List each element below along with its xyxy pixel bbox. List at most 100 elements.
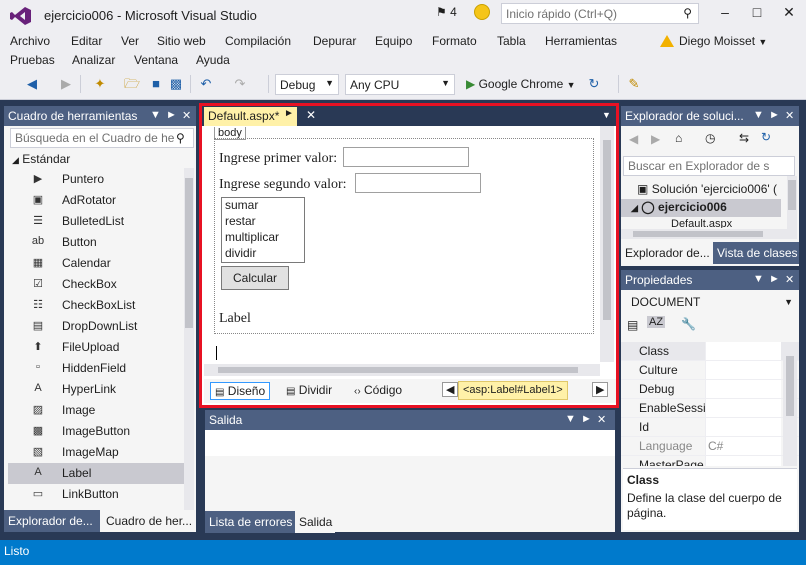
breadcrumb-back-icon[interactable]: ◀ <box>442 382 459 397</box>
close-icon[interactable]: ✕ <box>785 109 794 122</box>
property-value[interactable] <box>705 399 781 417</box>
toolbox-item-dropdownlist[interactable]: ▤ DropDownList <box>8 316 186 337</box>
alphabetical-icon[interactable]: AZ <box>647 316 666 328</box>
dropdown-icon[interactable]: ▼ <box>753 109 764 121</box>
toolbox-group-standard[interactable]: ◢ Estándar <box>12 152 70 166</box>
tree-project[interactable]: ◢ ◯ ejercicio006 <box>621 199 781 217</box>
menu-formato[interactable]: Formato <box>432 34 477 48</box>
toolbox-item-label[interactable]: A Label <box>8 463 186 484</box>
solution-horizontal-scrollbar[interactable] <box>621 229 797 239</box>
minimize-button[interactable]: – <box>714 4 736 20</box>
tab-toolbox[interactable]: Cuadro de her... <box>102 510 196 532</box>
menu-tabla[interactable]: Tabla <box>497 34 526 48</box>
back-icon[interactable]: ◀ <box>24 76 40 92</box>
output-content[interactable] <box>205 456 615 512</box>
property-row[interactable]: MasterPage <box>621 456 799 466</box>
toolbox-item-checkbox[interactable]: ☑ CheckBox <box>8 274 186 295</box>
property-row[interactable]: EnableSessio <box>621 399 799 418</box>
refresh-icon[interactable]: ↻ <box>586 76 602 92</box>
toolbox-search-input[interactable]: Búsqueda en el Cuadro de he <box>10 128 194 148</box>
second-value-textbox[interactable] <box>355 173 481 193</box>
toolbox-item-hiddenfield[interactable]: ▫ HiddenField <box>8 358 186 379</box>
undo-icon[interactable]: ↶ <box>198 76 214 92</box>
list-item[interactable]: sumar <box>222 198 304 214</box>
tab-solution-explorer-left[interactable]: Explorador de... <box>4 510 100 532</box>
save-all-icon[interactable]: ▩ <box>168 76 184 92</box>
property-row[interactable]: Debug <box>621 380 799 399</box>
history-icon[interactable]: ◷ <box>705 131 715 145</box>
close-icon[interactable]: ✕ <box>182 109 191 122</box>
sync-icon[interactable]: ⇆ <box>739 131 749 145</box>
user-account[interactable]: Diego Moisset ▼ <box>660 34 767 48</box>
dropdown-icon[interactable]: ▼ <box>753 273 764 285</box>
list-item[interactable]: dividir <box>222 246 304 262</box>
design-surface[interactable]: body Ingrese primer valor: Ingrese segun… <box>204 126 616 366</box>
toolbox-item-hyperlink[interactable]: A HyperLink <box>8 379 186 400</box>
home-icon[interactable]: ⌂ <box>675 131 682 145</box>
dropdown-icon[interactable]: ▼ <box>150 109 161 121</box>
tree-file[interactable]: Default.aspx <box>671 218 732 228</box>
pin-icon[interactable]: ► <box>769 273 780 285</box>
property-row[interactable]: Culture <box>621 361 799 380</box>
menu-ver[interactable]: Ver <box>121 34 139 48</box>
menu-ventana[interactable]: Ventana <box>134 53 178 67</box>
categorized-icon[interactable]: ▤ <box>627 318 638 332</box>
close-button[interactable]: ✕ <box>778 4 800 21</box>
tab-output[interactable]: Salida <box>295 511 335 533</box>
save-icon[interactable]: ■ <box>148 76 164 92</box>
menu-herramientas[interactable]: Herramientas <box>545 34 617 48</box>
property-value[interactable]: C# <box>705 437 781 455</box>
property-value[interactable] <box>705 380 781 398</box>
property-value[interactable] <box>705 418 781 436</box>
properties-scrollbar[interactable] <box>783 342 797 466</box>
toolbox-item-linkbutton[interactable]: ▭ LinkButton <box>8 484 186 505</box>
menu-archivo[interactable]: Archivo <box>10 34 50 48</box>
pin-icon[interactable]: ► <box>769 109 780 121</box>
pin-icon[interactable]: ► <box>284 108 294 119</box>
menu-compilacion[interactable]: Compilación <box>225 34 291 48</box>
platform-select[interactable]: Any CPU ▼ <box>345 74 455 95</box>
property-value[interactable] <box>705 456 781 466</box>
tree-solution[interactable]: ▣ Solución 'ejercicio006' ( <box>637 182 777 196</box>
toolbox-item-calendar[interactable]: ▦ Calendar <box>8 253 186 274</box>
calcular-button[interactable]: Calcular <box>221 266 289 290</box>
menu-pruebas[interactable]: Pruebas <box>10 53 55 67</box>
object-selector[interactable]: DOCUMENT ▼ <box>623 293 797 313</box>
menu-ayuda[interactable]: Ayuda <box>196 53 230 67</box>
tab-default-aspx[interactable]: Default.aspx* ► <box>204 107 297 126</box>
toolbox-item-imagemap[interactable]: ▧ ImageMap <box>8 442 186 463</box>
tab-solution-explorer[interactable]: Explorador de... <box>621 242 711 264</box>
maximize-button[interactable]: □ <box>746 4 768 20</box>
close-tab-icon[interactable]: ✕ <box>306 108 316 122</box>
breadcrumb-forward-icon[interactable]: ▶ <box>592 382 609 397</box>
toolbox-item-image[interactable]: ▨ Image <box>8 400 186 421</box>
close-icon[interactable]: ✕ <box>785 273 794 286</box>
forward-icon[interactable]: ▶ <box>651 132 660 146</box>
notifications-flag[interactable]: ⚑ 4 <box>436 5 457 19</box>
pin-icon[interactable]: ► <box>581 413 592 425</box>
property-row[interactable]: Language C# <box>621 437 799 456</box>
menu-depurar[interactable]: Depurar <box>313 34 356 48</box>
solution-vertical-scrollbar[interactable] <box>787 176 797 230</box>
menu-analizar[interactable]: Analizar <box>72 53 115 67</box>
configuration-select[interactable]: Debug ▼ <box>275 74 339 95</box>
source-view-button[interactable]: ‹› Código <box>350 382 406 400</box>
property-value[interactable] <box>705 342 781 360</box>
pin-icon[interactable]: ► <box>166 109 177 121</box>
first-value-textbox[interactable] <box>343 147 469 167</box>
tab-class-view[interactable]: Vista de clases <box>713 242 799 264</box>
menu-sitio-web[interactable]: Sitio web <box>157 34 206 48</box>
open-folder-icon[interactable]: 🗁 <box>124 76 140 92</box>
toolbox-scrollbar[interactable] <box>184 168 194 510</box>
dropdown-icon[interactable]: ▼ <box>565 413 576 425</box>
toolbox-item-button[interactable]: ab Button <box>8 232 186 253</box>
refresh-icon[interactable]: ↻ <box>761 130 771 144</box>
property-pages-icon[interactable]: 🔧 <box>681 317 696 331</box>
tag-breadcrumb[interactable]: <asp:Label#Label1> <box>458 381 568 400</box>
list-item[interactable]: multiplicar <box>222 230 304 246</box>
toolbox-item-fileupload[interactable]: ⬆ FileUpload <box>8 337 186 358</box>
property-row[interactable]: Class <box>621 342 799 361</box>
run-browser-button[interactable]: ▶ Google Chrome ▼ <box>466 77 576 91</box>
design-vertical-scrollbar[interactable] <box>600 126 614 362</box>
toolbox-item-adrotator[interactable]: ▣ AdRotator <box>8 190 186 211</box>
